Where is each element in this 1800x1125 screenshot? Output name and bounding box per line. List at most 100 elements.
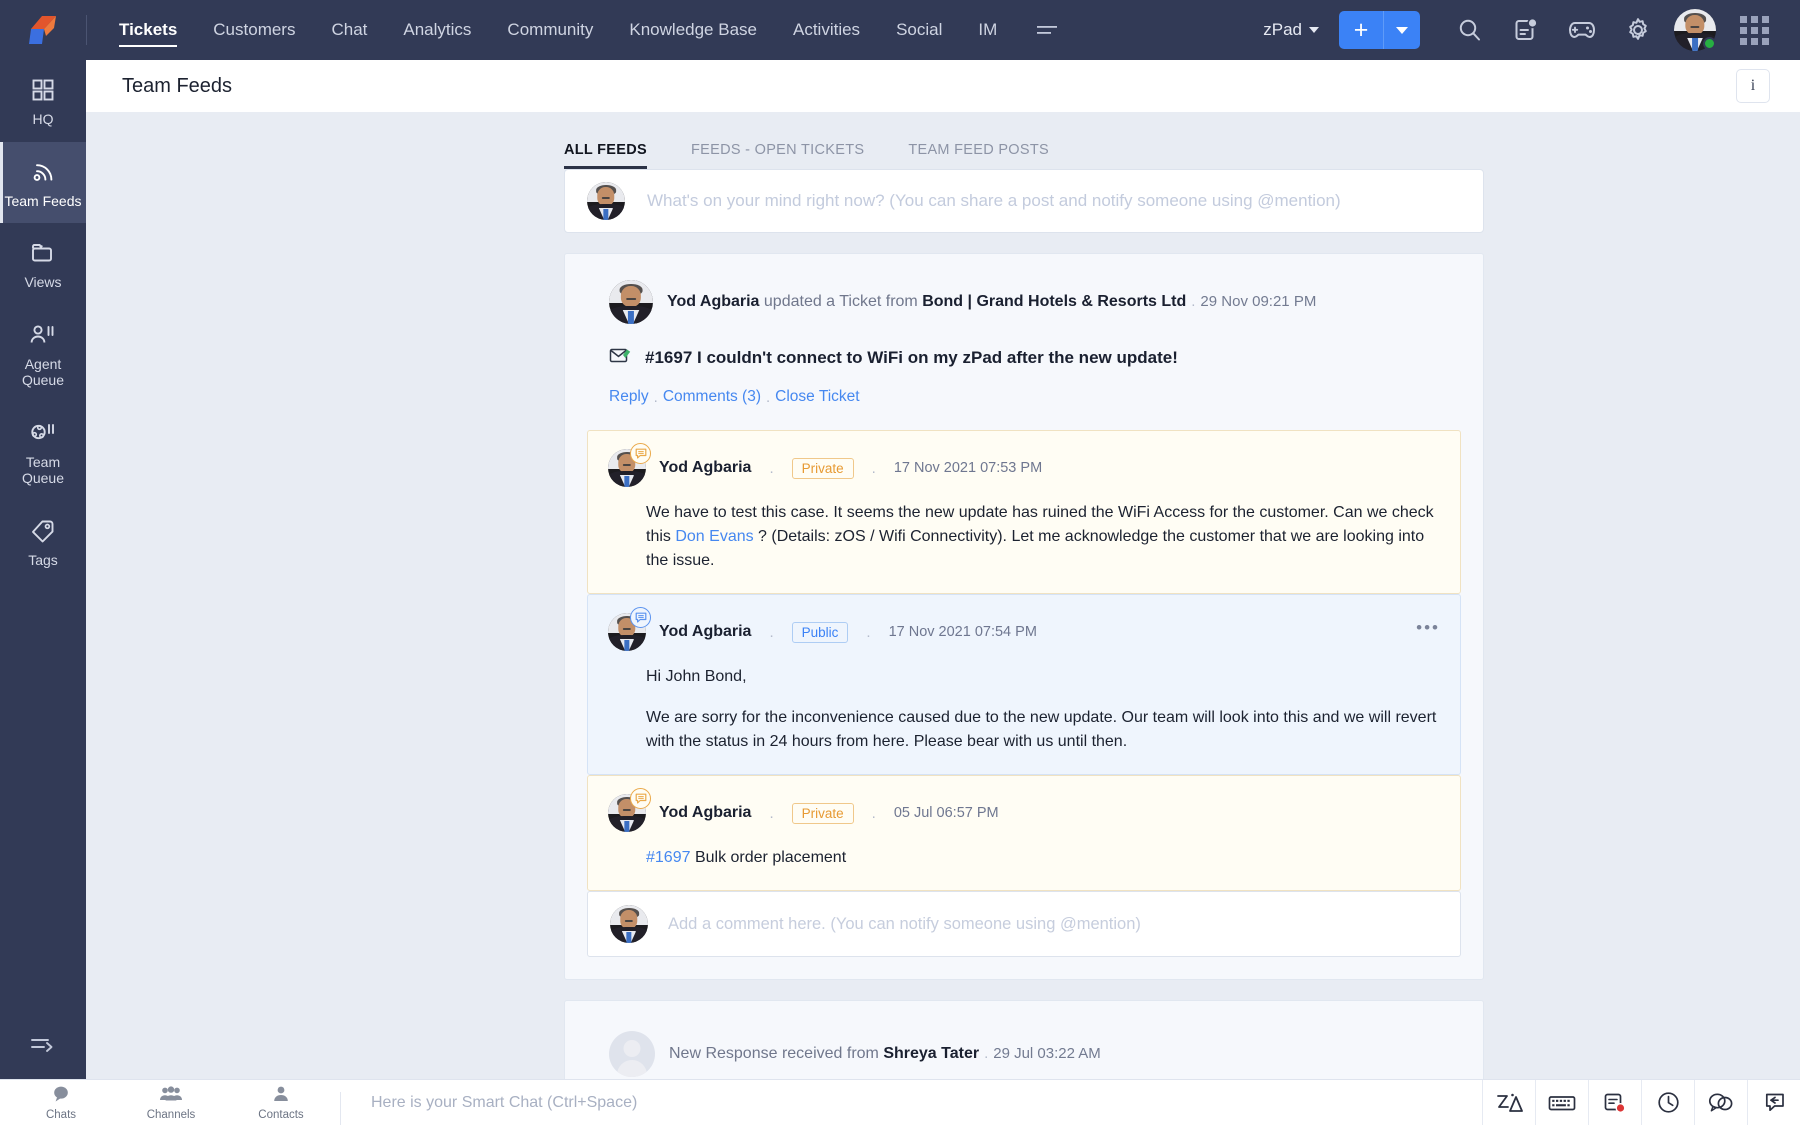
reply-arrow-icon[interactable] xyxy=(1747,1079,1800,1125)
reply-action[interactable]: Reply xyxy=(609,388,649,406)
feed-scroll-area[interactable]: ALL FEEDS FEEDS - OPEN TICKETS TEAM FEED… xyxy=(86,112,1800,1079)
post-composer[interactable]: What's on your mind right now? (You can … xyxy=(564,169,1484,233)
nav-item-activities[interactable]: Activities xyxy=(775,0,878,60)
post-composer-placeholder: What's on your mind right now? (You can … xyxy=(647,191,1341,210)
search-icon[interactable] xyxy=(1442,0,1498,60)
keyboard-icon[interactable] xyxy=(1535,1079,1588,1125)
clock-history-icon[interactable] xyxy=(1641,1079,1694,1125)
zia-assistant-icon[interactable] xyxy=(1482,1079,1535,1125)
comments-action[interactable]: Comments (3) xyxy=(663,388,761,406)
bottom-tab-channels[interactable]: Channels xyxy=(116,1080,226,1125)
nav-item-tickets[interactable]: Tickets xyxy=(101,0,195,60)
comment-header: Yod Agbaria . Private . 05 Jul 06:57 PM xyxy=(608,788,1440,832)
tab-all-feeds[interactable]: ALL FEEDS xyxy=(564,134,647,169)
post-subject[interactable]: #1697 I couldn't connect to WiFi on my z… xyxy=(609,346,1439,370)
settings-gear-icon[interactable] xyxy=(1610,0,1666,60)
nav-item-knowledge-base[interactable]: Knowledge Base xyxy=(611,0,775,60)
close-ticket-action[interactable]: Close Ticket xyxy=(775,388,859,406)
nav-label: Social xyxy=(896,20,943,39)
sidebar-item-team-queue[interactable]: Team Queue xyxy=(0,403,86,501)
add-comment-input[interactable]: Add a comment here. (You can notify some… xyxy=(587,891,1461,957)
sidebar-item-label: Agent Queue xyxy=(21,355,65,389)
nav-label: Customers xyxy=(213,20,296,39)
sidebar-item-agent-queue[interactable]: Agent Queue xyxy=(0,305,86,403)
meta-separator: . xyxy=(769,623,774,641)
nav-item-im[interactable]: IM xyxy=(960,0,1015,60)
mention-link[interactable]: Don Evans xyxy=(675,528,753,545)
nav-label: Analytics xyxy=(403,20,472,39)
online-status-dot xyxy=(1703,37,1716,50)
meta-separator: . xyxy=(769,804,774,822)
chevron-down-icon xyxy=(1309,27,1319,33)
sidebar-item-hq[interactable]: HQ xyxy=(0,60,86,142)
comment-body: Hi John Bond, We are sorry for the incon… xyxy=(608,665,1440,754)
comment-author[interactable]: Yod Agbaria xyxy=(659,623,751,641)
info-button[interactable]: i xyxy=(1736,69,1770,103)
meta-separator: . xyxy=(866,623,871,641)
bottom-tab-contacts[interactable]: Contacts xyxy=(226,1080,336,1125)
post-subject-text: #1697 I couldn't connect to WiFi on my z… xyxy=(645,348,1178,367)
sidebar-item-team-feeds[interactable]: Team Feeds xyxy=(0,141,86,224)
post-time: 29 Jul 03:22 AM xyxy=(993,1045,1101,1062)
feed-post-card: New Response received from Shreya Tater.… xyxy=(564,1000,1484,1079)
add-button-dropdown[interactable] xyxy=(1384,11,1420,49)
add-button-group: + xyxy=(1339,11,1420,49)
feed-signal-icon xyxy=(30,158,56,186)
avatar[interactable] xyxy=(1674,9,1716,51)
chat-conversation-icon[interactable] xyxy=(1694,1079,1747,1125)
comment-more-options-icon[interactable]: ••• xyxy=(1416,619,1440,636)
tab-feeds-open-tickets[interactable]: FEEDS - OPEN TICKETS xyxy=(691,134,864,169)
hq-grid-icon xyxy=(31,76,55,104)
bottom-tab-chats[interactable]: Chats xyxy=(6,1080,116,1125)
avatar xyxy=(587,182,625,220)
post-author[interactable]: Shreya Tater xyxy=(883,1045,979,1062)
smart-chat-input[interactable]: Here is your Smart Chat (Ctrl+Space) xyxy=(345,1094,1482,1112)
post-meta: New Response received from Shreya Tater.… xyxy=(669,1045,1101,1063)
apps-grid-icon[interactable] xyxy=(1726,0,1782,60)
bottom-left-tabs: Chats Channels Contacts xyxy=(0,1080,345,1125)
nav-item-community[interactable]: Community xyxy=(489,0,611,60)
tab-team-feed-posts[interactable]: TEAM FEED POSTS xyxy=(908,134,1049,169)
nav-item-chat[interactable]: Chat xyxy=(313,0,385,60)
action-separator: . xyxy=(766,388,771,406)
comment-text: ? (Details: zOS / Wifi Connectivity). Le… xyxy=(646,528,1425,569)
nav-item-customers[interactable]: Customers xyxy=(195,0,313,60)
nav-item-social[interactable]: Social xyxy=(878,0,960,60)
nav-item-analytics[interactable]: Analytics xyxy=(385,0,489,60)
comment-time: 17 Nov 2021 07:53 PM xyxy=(893,460,1043,476)
notes-alert-icon[interactable] xyxy=(1588,1079,1641,1125)
collapse-sidebar-icon[interactable] xyxy=(23,1027,63,1061)
feed-list: What's on your mind right now? (You can … xyxy=(564,169,1484,1079)
post-header: Yod Agbaria updated a Ticket from Bond |… xyxy=(565,254,1483,430)
team-queue-icon xyxy=(29,419,57,447)
org-selector[interactable]: zPad xyxy=(1263,20,1319,40)
post-customer[interactable]: Bond | Grand Hotels & Resorts Ltd xyxy=(922,293,1186,310)
chevron-down-icon xyxy=(1396,26,1408,34)
sidebar-item-views[interactable]: Views xyxy=(0,223,86,305)
sidebar-item-label: HQ xyxy=(32,111,54,127)
comment-item: Yod Agbaria . Private . 17 Nov 2021 07:5… xyxy=(587,430,1461,594)
gamification-icon[interactable] xyxy=(1554,0,1610,60)
comment-author[interactable]: Yod Agbaria xyxy=(659,459,751,477)
application-window: Tickets Customers Chat Analytics Communi… xyxy=(0,0,1800,1125)
status-badge: Private xyxy=(791,802,854,824)
hamburger-more-icon[interactable] xyxy=(1015,23,1079,37)
comment-item: Yod Agbaria . Private . 05 Jul 06:57 PM … xyxy=(587,775,1461,891)
add-button[interactable]: + xyxy=(1339,11,1383,49)
action-separator: . xyxy=(653,388,658,406)
nav-label: Community xyxy=(507,20,594,39)
comment-author[interactable]: Yod Agbaria xyxy=(659,804,751,822)
top-navigation-bar: Tickets Customers Chat Analytics Communi… xyxy=(0,0,1800,60)
post-author[interactable]: Yod Agbaria xyxy=(667,293,759,310)
nav-label: Tickets xyxy=(119,20,178,39)
brand-logo[interactable] xyxy=(0,14,86,46)
ticket-link[interactable]: #1697 xyxy=(646,849,691,866)
sidebar-item-label: Tags xyxy=(28,551,58,568)
nav-label: Chat xyxy=(331,20,368,39)
sidebar-item-tags[interactable]: Tags xyxy=(0,501,86,583)
body-region: HQ Team Feeds Views Agent Queue Team Que… xyxy=(0,60,1800,1079)
chat-bubble-icon xyxy=(52,1085,71,1108)
avatar xyxy=(609,1031,655,1077)
notes-notification-icon[interactable] xyxy=(1498,0,1554,60)
meta-separator: . xyxy=(1191,293,1196,310)
